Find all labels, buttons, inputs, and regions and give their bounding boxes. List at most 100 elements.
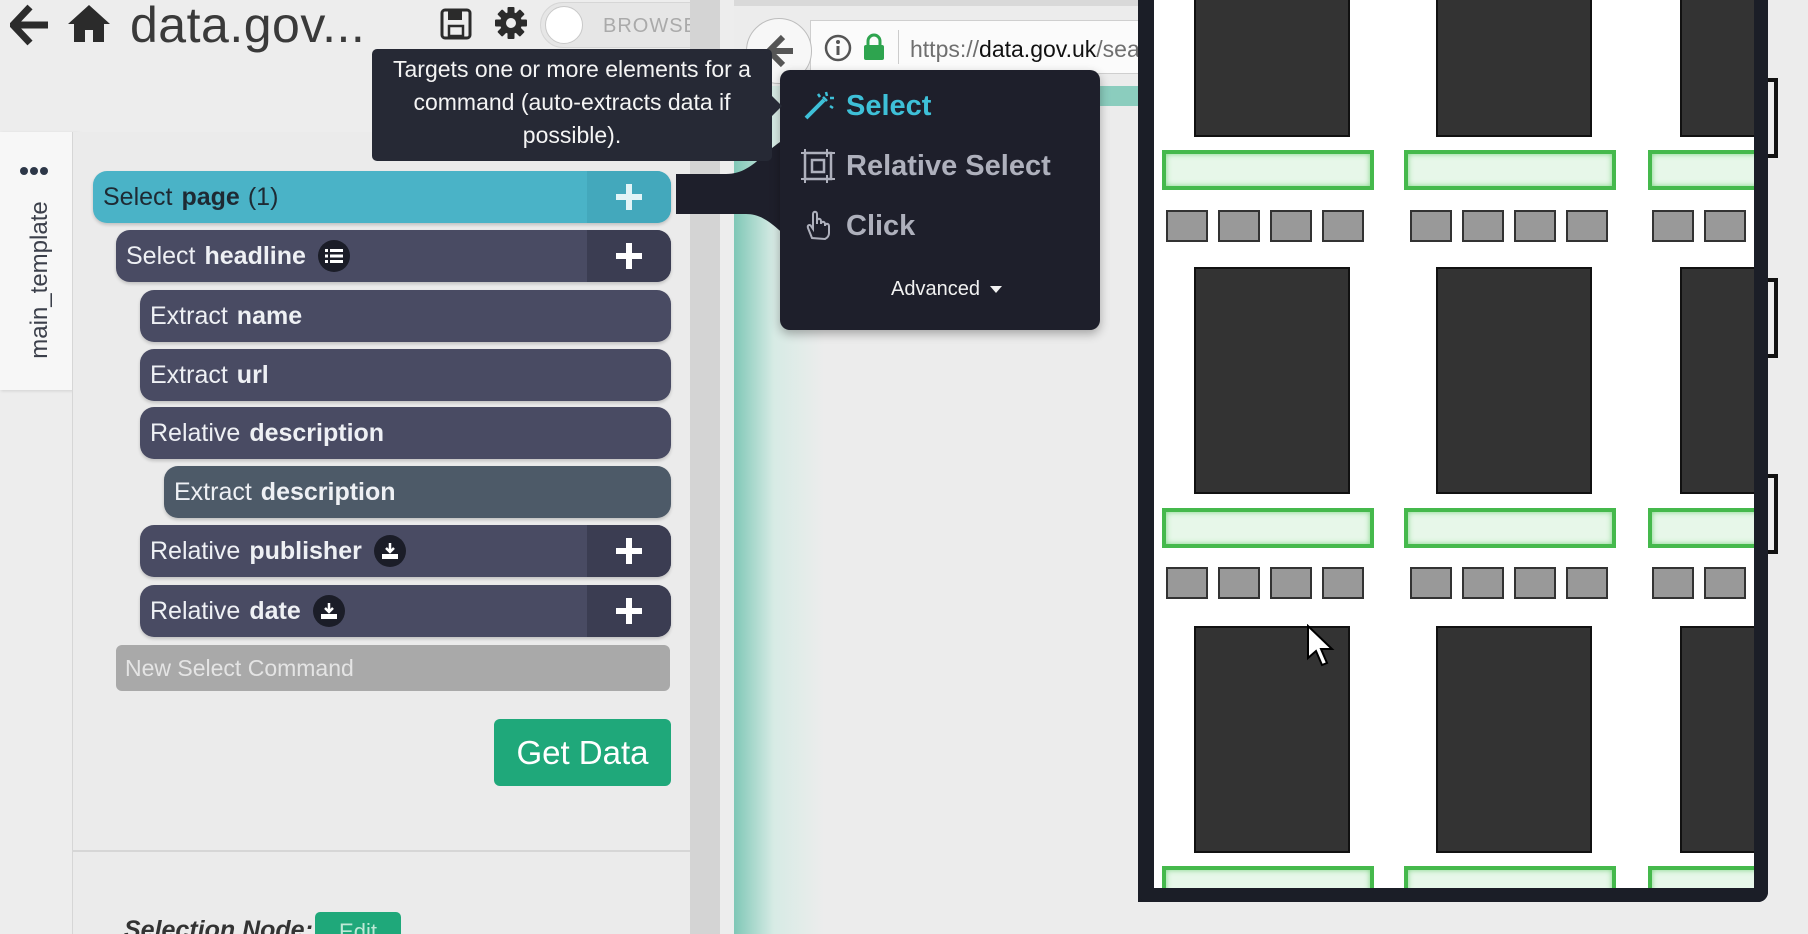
result-thumbnail: [1436, 626, 1592, 853]
relative-select-icon: [801, 149, 835, 183]
advanced-label: Advanced: [891, 278, 980, 300]
command-noun: headline: [204, 241, 306, 270]
preview-frame-edge: [1754, 0, 1768, 902]
tag-box: [1462, 567, 1504, 599]
tag-box: [1218, 210, 1260, 242]
tag-box: [1218, 567, 1260, 599]
add-command-button[interactable]: [587, 525, 671, 577]
new-select-command-input[interactable]: New Select Command: [116, 645, 670, 691]
tag-box: [1566, 210, 1608, 242]
tag-box: [1166, 210, 1208, 242]
magic-wand-icon: [804, 91, 834, 120]
back-arrow-icon[interactable]: [10, 4, 50, 46]
info-icon[interactable]: [824, 34, 852, 62]
home-icon[interactable]: [66, 2, 112, 44]
command-select-headline[interactable]: Select headline: [116, 230, 671, 282]
command-count: (1): [247, 182, 279, 211]
advanced-dropdown[interactable]: Advanced: [891, 278, 1002, 301]
highlighted-headline[interactable]: [1648, 508, 1754, 548]
tag-box: [1270, 210, 1312, 242]
tag-box: [1462, 210, 1504, 242]
get-data-button[interactable]: Get Data: [494, 719, 671, 786]
result-thumbnail: [1194, 267, 1350, 494]
highlighted-headline[interactable]: [1404, 508, 1616, 548]
command-verb: Select: [103, 182, 173, 211]
command-noun: page: [181, 182, 240, 211]
command-type-menu: Select Relative Select Click Advanced: [780, 70, 1100, 330]
command-relative-publisher[interactable]: Relative publisher: [140, 525, 671, 577]
highlighted-headline[interactable]: [1162, 508, 1374, 548]
add-command-button[interactable]: [587, 585, 671, 637]
page-preview[interactable]: [1154, 0, 1754, 888]
result-thumbnail: [1680, 0, 1754, 137]
highlighted-headline[interactable]: [1404, 150, 1616, 190]
save-icon[interactable]: [440, 8, 472, 40]
command-noun: name: [236, 301, 303, 330]
tag-box: [1514, 567, 1556, 599]
command-relative-date[interactable]: Relative date: [140, 585, 671, 637]
tag-box: [1322, 567, 1364, 599]
divider: [72, 850, 690, 852]
url-text[interactable]: https://data.gov.uk/sear: [910, 36, 1147, 63]
url-separator: [898, 30, 899, 64]
highlighted-headline[interactable]: [1648, 866, 1754, 888]
menu-item-relative-select[interactable]: Relative Select: [800, 148, 1051, 184]
command-verb: Relative: [150, 418, 241, 447]
tag-box: [1566, 567, 1608, 599]
command-verb: Relative: [150, 596, 241, 625]
result-thumbnail: [1436, 267, 1592, 494]
command-verb: Select: [126, 241, 196, 270]
pointer-hand-icon: [806, 210, 830, 241]
menu-item-label: Select: [846, 89, 932, 122]
tag-box: [1270, 567, 1312, 599]
tag-box: [1322, 210, 1364, 242]
command-noun: url: [236, 360, 269, 389]
add-command-button[interactable]: [587, 171, 671, 223]
list-icon[interactable]: [317, 240, 350, 272]
command-noun: date: [249, 596, 301, 625]
tag-box: [1410, 210, 1452, 242]
tag-box: [1652, 210, 1694, 242]
lock-icon: [862, 32, 886, 62]
preview-frame-edge: [1138, 0, 1154, 902]
command-verb: Relative: [150, 536, 241, 565]
edit-button[interactable]: Edit: [315, 912, 401, 934]
highlighted-headline[interactable]: [1648, 150, 1754, 190]
mouse-cursor-icon: [1306, 624, 1336, 668]
plus-icon: [616, 538, 642, 564]
add-command-button[interactable]: [587, 230, 671, 282]
download-icon[interactable]: [373, 535, 406, 567]
toggle-knob[interactable]: [545, 6, 583, 44]
command-extract-name[interactable]: Extract name: [140, 290, 671, 342]
menu-item-label: Relative Select: [846, 149, 1051, 182]
command-noun: publisher: [249, 536, 362, 565]
command-extract-url[interactable]: Extract url: [140, 349, 671, 401]
command-extract-description[interactable]: Extract description: [164, 466, 671, 518]
url-scheme: https://: [910, 36, 980, 62]
plus-icon: [616, 243, 642, 269]
highlighted-headline[interactable]: [1404, 866, 1616, 888]
tag-box: [1410, 567, 1452, 599]
highlighted-headline[interactable]: [1162, 866, 1374, 888]
select-tooltip: Targets one or more elements for a comma…: [372, 49, 772, 161]
plus-icon: [616, 598, 642, 624]
highlighted-headline[interactable]: [1162, 150, 1374, 190]
gear-icon[interactable]: [494, 6, 528, 40]
download-icon[interactable]: [312, 595, 345, 627]
template-tab-label: main_template: [26, 201, 53, 359]
tag-box: [1514, 210, 1556, 242]
menu-item-select[interactable]: Select: [800, 88, 931, 124]
tag-box: [1704, 210, 1746, 242]
result-thumbnail: [1194, 0, 1350, 137]
command-verb: Extract: [174, 477, 252, 506]
menu-item-label: Click: [846, 209, 916, 242]
preview-frame-edge: [1138, 888, 1768, 902]
tag-box: [1704, 567, 1746, 599]
command-select-page[interactable]: Select page (1): [93, 171, 671, 223]
app-title: data.gov...: [130, 0, 366, 53]
result-thumbnail: [1680, 267, 1754, 494]
menu-item-click[interactable]: Click: [800, 208, 915, 244]
command-relative-description[interactable]: Relative description: [140, 407, 671, 459]
tab-strip: [734, 0, 1154, 6]
more-dots-icon[interactable]: [20, 162, 52, 176]
